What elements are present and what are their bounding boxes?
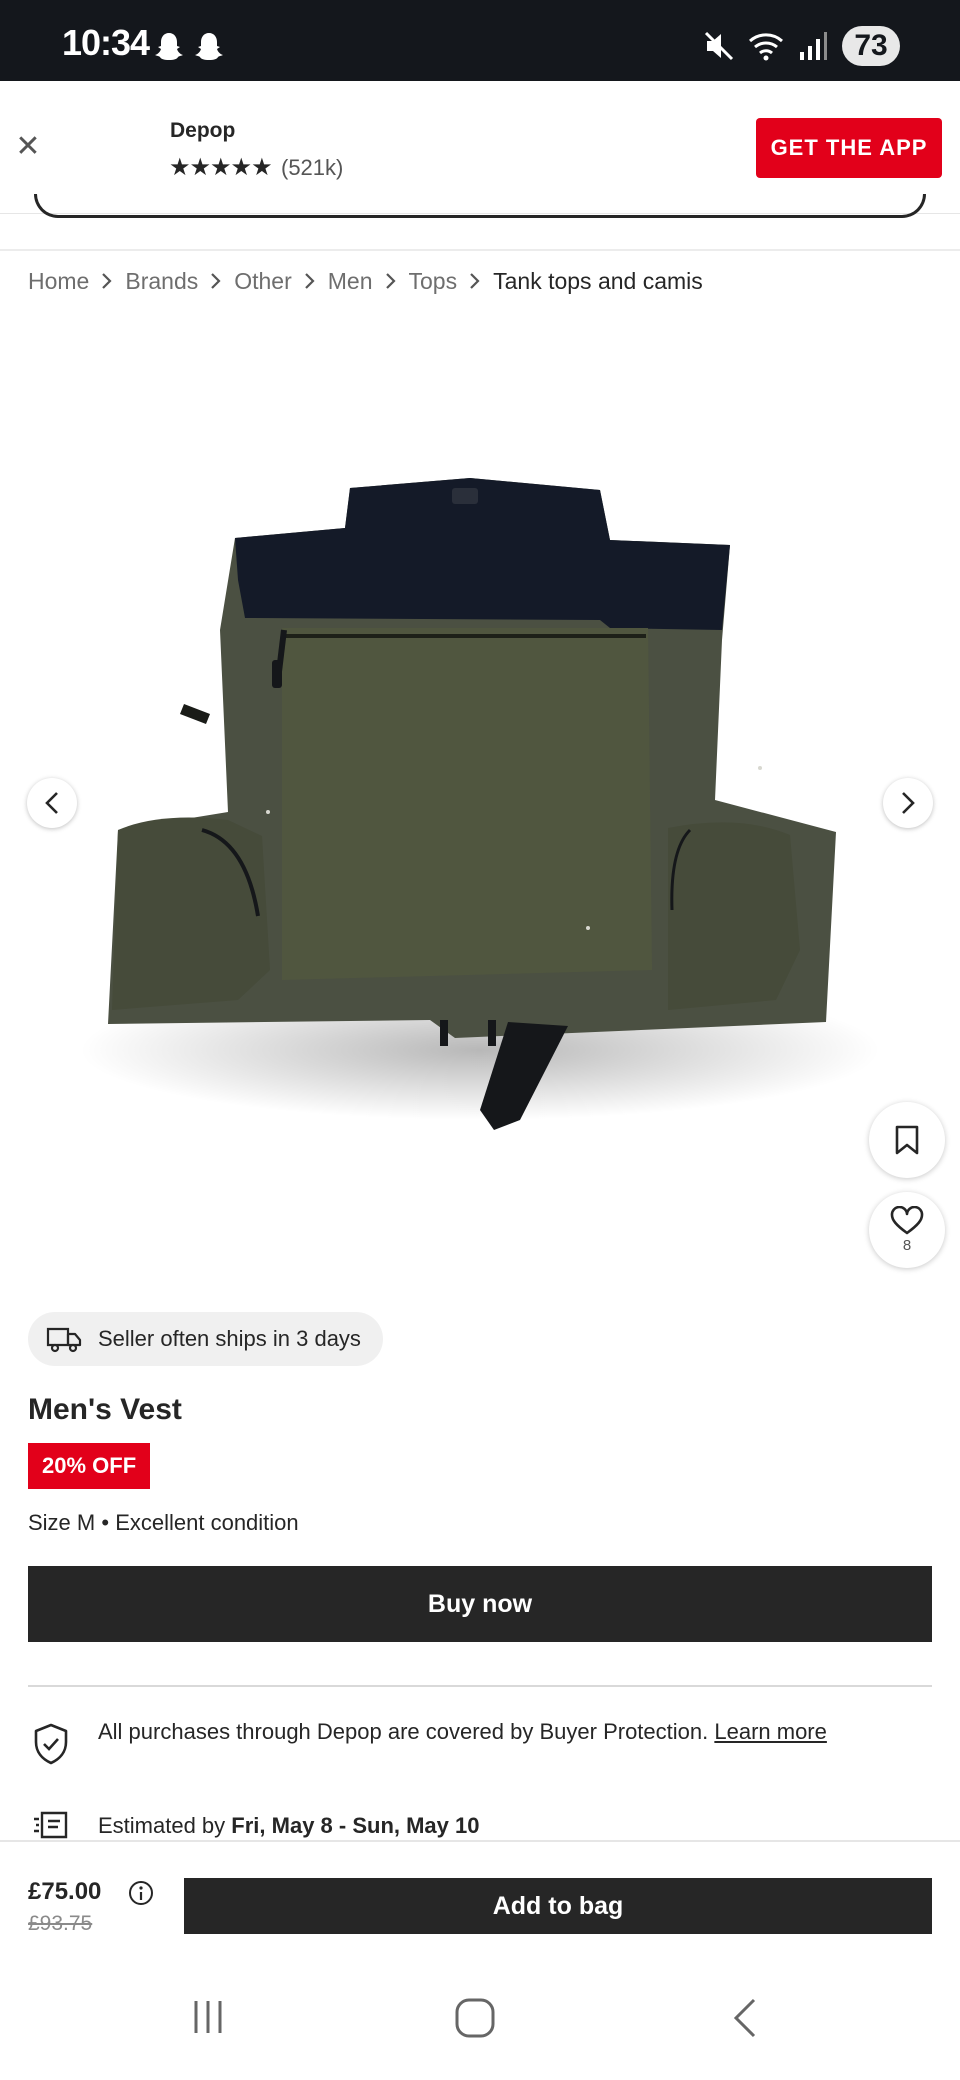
home-icon[interactable]	[454, 1997, 496, 2039]
shipping-badge: Seller often ships in 3 days	[28, 1312, 383, 1366]
chevron-right-icon	[304, 272, 316, 290]
breadcrumb-tops[interactable]: Tops	[409, 268, 458, 295]
chevron-right-icon	[469, 272, 481, 290]
like-button[interactable]: 8	[869, 1192, 945, 1268]
product-title: Men's Vest	[28, 1393, 182, 1426]
shield-check-icon	[34, 1723, 68, 1765]
buy-now-button[interactable]: Buy now	[28, 1566, 932, 1642]
add-to-bag-button[interactable]: Add to bag	[184, 1878, 932, 1934]
product-photo	[80, 478, 880, 1130]
original-price: £93.75	[28, 1912, 93, 1935]
discount-badge: 20% OFF	[28, 1443, 151, 1489]
chevron-right-icon	[385, 272, 397, 290]
delivery-truck-icon	[46, 1327, 82, 1353]
breadcrumb-men[interactable]: Men	[328, 268, 373, 295]
banner-app-name: Depop	[170, 119, 236, 142]
get-the-app-button[interactable]: GET THE APP	[756, 118, 942, 178]
status-icons: 73	[704, 26, 900, 66]
shipping-note: Seller often ships in 3 days	[98, 1326, 361, 1351]
close-banner-button[interactable]: ✕	[10, 129, 46, 165]
chevron-left-icon	[45, 792, 58, 814]
rating-stars: ★★★★★	[169, 154, 273, 181]
chevron-right-icon	[101, 272, 113, 290]
learn-more-link[interactable]: Learn more	[714, 1719, 827, 1744]
battery-level: 73	[854, 29, 888, 62]
chevron-right-icon	[210, 272, 222, 290]
section-divider	[28, 1685, 932, 1687]
current-price: £75.00	[28, 1878, 102, 1905]
header-divider	[0, 249, 960, 251]
next-image-button[interactable]	[883, 778, 933, 828]
add-to-bag-bar: £75.00 £93.75 Add to bag	[0, 1840, 960, 1952]
system-navigation-bar	[0, 1952, 960, 2080]
signal-icon	[800, 32, 827, 60]
delivery-estimate: Estimated by Fri, May 8 - Sun, May 10	[98, 1813, 479, 1839]
separator-dot: •	[101, 1510, 110, 1535]
like-count: 8	[902, 1237, 912, 1254]
snapchat-icon	[155, 33, 183, 60]
product-size: Size M	[28, 1510, 96, 1535]
status-bar: 10:34 73	[0, 0, 960, 81]
recent-apps-icon[interactable]	[188, 1997, 228, 2037]
review-count: (521k)	[281, 155, 344, 180]
buyer-protection-text: All purchases through Depop are covered …	[98, 1716, 918, 1747]
bookmark-icon	[895, 1125, 919, 1155]
chevron-right-icon	[902, 792, 915, 814]
wifi-icon	[749, 33, 783, 61]
breadcrumb-other[interactable]: Other	[234, 268, 292, 295]
info-icon[interactable]	[128, 1880, 154, 1906]
breadcrumb-current[interactable]: Tank tops and camis	[493, 268, 703, 295]
breadcrumb-brands[interactable]: Brands	[125, 268, 198, 295]
search-bar-edge[interactable]	[34, 194, 926, 218]
battery-icon: 73	[842, 26, 900, 66]
close-icon: ✕	[15, 130, 41, 163]
buyer-protection-message: All purchases through Depop are covered …	[98, 1719, 709, 1744]
heart-icon	[890, 1206, 924, 1235]
status-time: 10:34	[62, 22, 150, 63]
previous-image-button[interactable]	[27, 778, 77, 828]
snapchat-icon	[195, 33, 223, 60]
package-icon	[34, 1811, 68, 1839]
breadcrumb: Home Brands Other Men Tops Tank tops and…	[28, 266, 703, 296]
mute-icon	[704, 31, 734, 61]
save-button[interactable]	[869, 1102, 945, 1178]
delivery-prefix: Estimated by	[98, 1813, 226, 1838]
size-condition-line: Size M • Excellent condition	[28, 1510, 299, 1536]
product-gallery[interactable]: 8	[0, 330, 960, 1290]
back-icon[interactable]	[730, 1997, 760, 2039]
product-condition: Excellent condition	[115, 1510, 299, 1535]
delivery-dates: Fri, May 8 - Sun, May 10	[231, 1813, 480, 1838]
breadcrumb-home[interactable]: Home	[28, 268, 89, 295]
